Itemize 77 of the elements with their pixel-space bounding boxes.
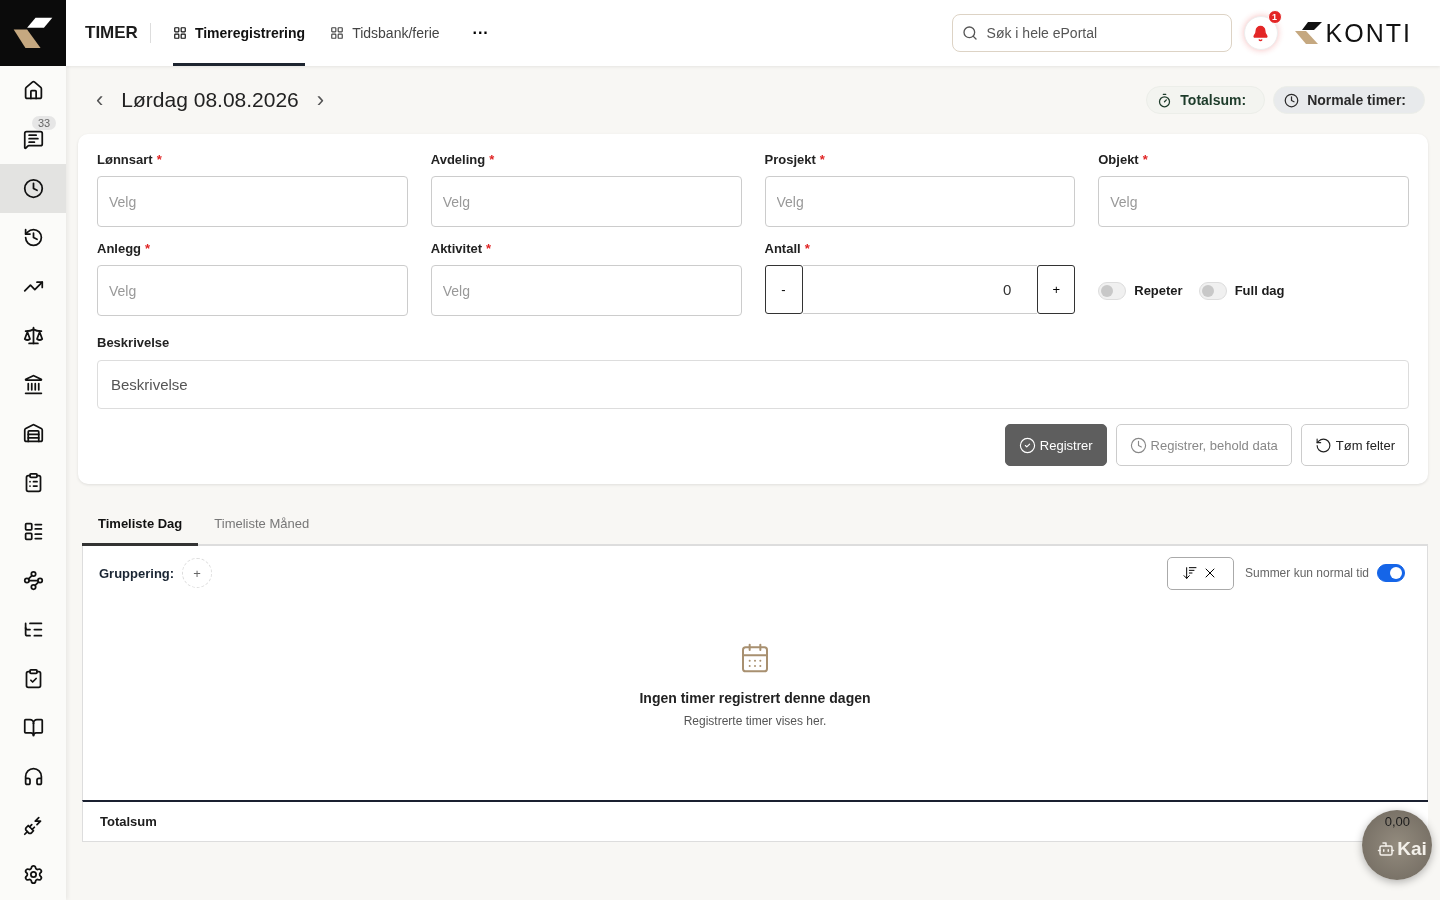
sort-icon [1182, 565, 1199, 581]
toggle-switch[interactable] [1377, 564, 1405, 582]
field-label: Prosjekt * [764, 152, 826, 167]
book-icon [22, 717, 44, 738]
notification-button[interactable] [1243, 16, 1278, 50]
bell-icon [1252, 24, 1270, 42]
number-field[interactable]: 0 [802, 265, 1038, 314]
brand-logo-icon [1293, 21, 1324, 45]
field-label: Antall * [764, 241, 811, 256]
empty-text: Registrerte timer vises her. [683, 714, 827, 728]
select-field[interactable]: Velg [97, 265, 408, 316]
decrement-button[interactable]: - [764, 265, 803, 314]
nodes-icon [22, 570, 44, 591]
summary-chip: Normale timer: [1273, 86, 1425, 114]
total-label: Totalsum [100, 814, 157, 829]
count-badge: 33 [32, 116, 57, 130]
previous-day-button[interactable]: ‹ [88, 87, 112, 113]
more-button[interactable]: ··· [466, 23, 495, 43]
select-field[interactable]: Velg [764, 176, 1076, 227]
search-icon [961, 25, 978, 41]
clear-button[interactable]: Tøm felter [1300, 424, 1409, 466]
plug-icon [22, 815, 44, 836]
field-label: Objekt * [1098, 152, 1149, 167]
nav-tab[interactable]: Timeregistrering [172, 0, 306, 66]
logo-icon [12, 16, 54, 50]
empty-title: Ingen timer registrert denne dagen [639, 690, 871, 706]
headset-icon [22, 766, 44, 787]
field-label: Beskrivelse [97, 335, 171, 350]
field-label: Aktivitet * [430, 241, 493, 256]
sidebar-item[interactable] [0, 164, 66, 213]
select-field[interactable]: Velg [1098, 176, 1409, 227]
date-title: Lørdag 08.08.2026 [121, 88, 299, 112]
select-field[interactable]: Velg [430, 176, 742, 227]
sidebar-item[interactable]: 33 [0, 115, 66, 164]
section-title: TIMER [85, 23, 151, 43]
calendar-icon [739, 642, 771, 674]
bank-icon [22, 374, 44, 395]
next-day-button[interactable]: › [308, 87, 333, 113]
register-button[interactable]: Registrer [1004, 424, 1107, 466]
notification-badge: 1 [1267, 10, 1282, 24]
clock-icon [1129, 436, 1147, 454]
clock-icon [22, 178, 44, 199]
chat-icon [22, 129, 44, 150]
building-icon [22, 423, 44, 444]
field-label: Anlegg * [97, 241, 152, 256]
toggle-label: Summer kun normal tid [1244, 566, 1369, 580]
description-field[interactable]: Beskrivelse [97, 360, 1409, 409]
robot-icon [1377, 840, 1396, 858]
clock-icon [1284, 92, 1300, 108]
toggle-label: Full dag [1234, 283, 1285, 298]
toggle-label: Repeter [1134, 283, 1183, 298]
history-icon [22, 227, 44, 248]
field-label: Lønnsart * [97, 152, 163, 167]
list-tab[interactable]: Timeliste Måned [198, 504, 326, 546]
register-keep-button[interactable]: Registrer, behold data [1115, 424, 1292, 466]
logo[interactable] [0, 0, 66, 66]
add-grouping-button[interactable]: + [182, 558, 213, 588]
brand-name: KONTI [1325, 18, 1412, 48]
scale-icon [22, 325, 44, 346]
list-icon [22, 521, 44, 542]
settings-icon [22, 864, 44, 885]
nav-tab[interactable]: Tidsbank/ferie [330, 0, 440, 66]
select-field[interactable]: Velg [97, 176, 408, 227]
field-label: Avdeling * [430, 152, 496, 167]
increment-button[interactable]: + [1037, 265, 1076, 314]
grid-icon [172, 26, 187, 40]
grid-icon [330, 26, 345, 40]
sort-clear-button[interactable] [1166, 556, 1234, 590]
check-circle-icon [1018, 436, 1036, 454]
stopwatch-icon [1157, 92, 1173, 108]
grouping-label: Gruppering: [99, 565, 175, 581]
total-value: 0,00 [1384, 814, 1410, 829]
reset-icon [1314, 436, 1332, 454]
home-icon [22, 80, 44, 101]
summary-chip: Totalsum: [1146, 86, 1266, 114]
search-field[interactable]: Søk i hele ePortal [951, 14, 1232, 52]
select-field[interactable]: Velg [430, 265, 742, 316]
